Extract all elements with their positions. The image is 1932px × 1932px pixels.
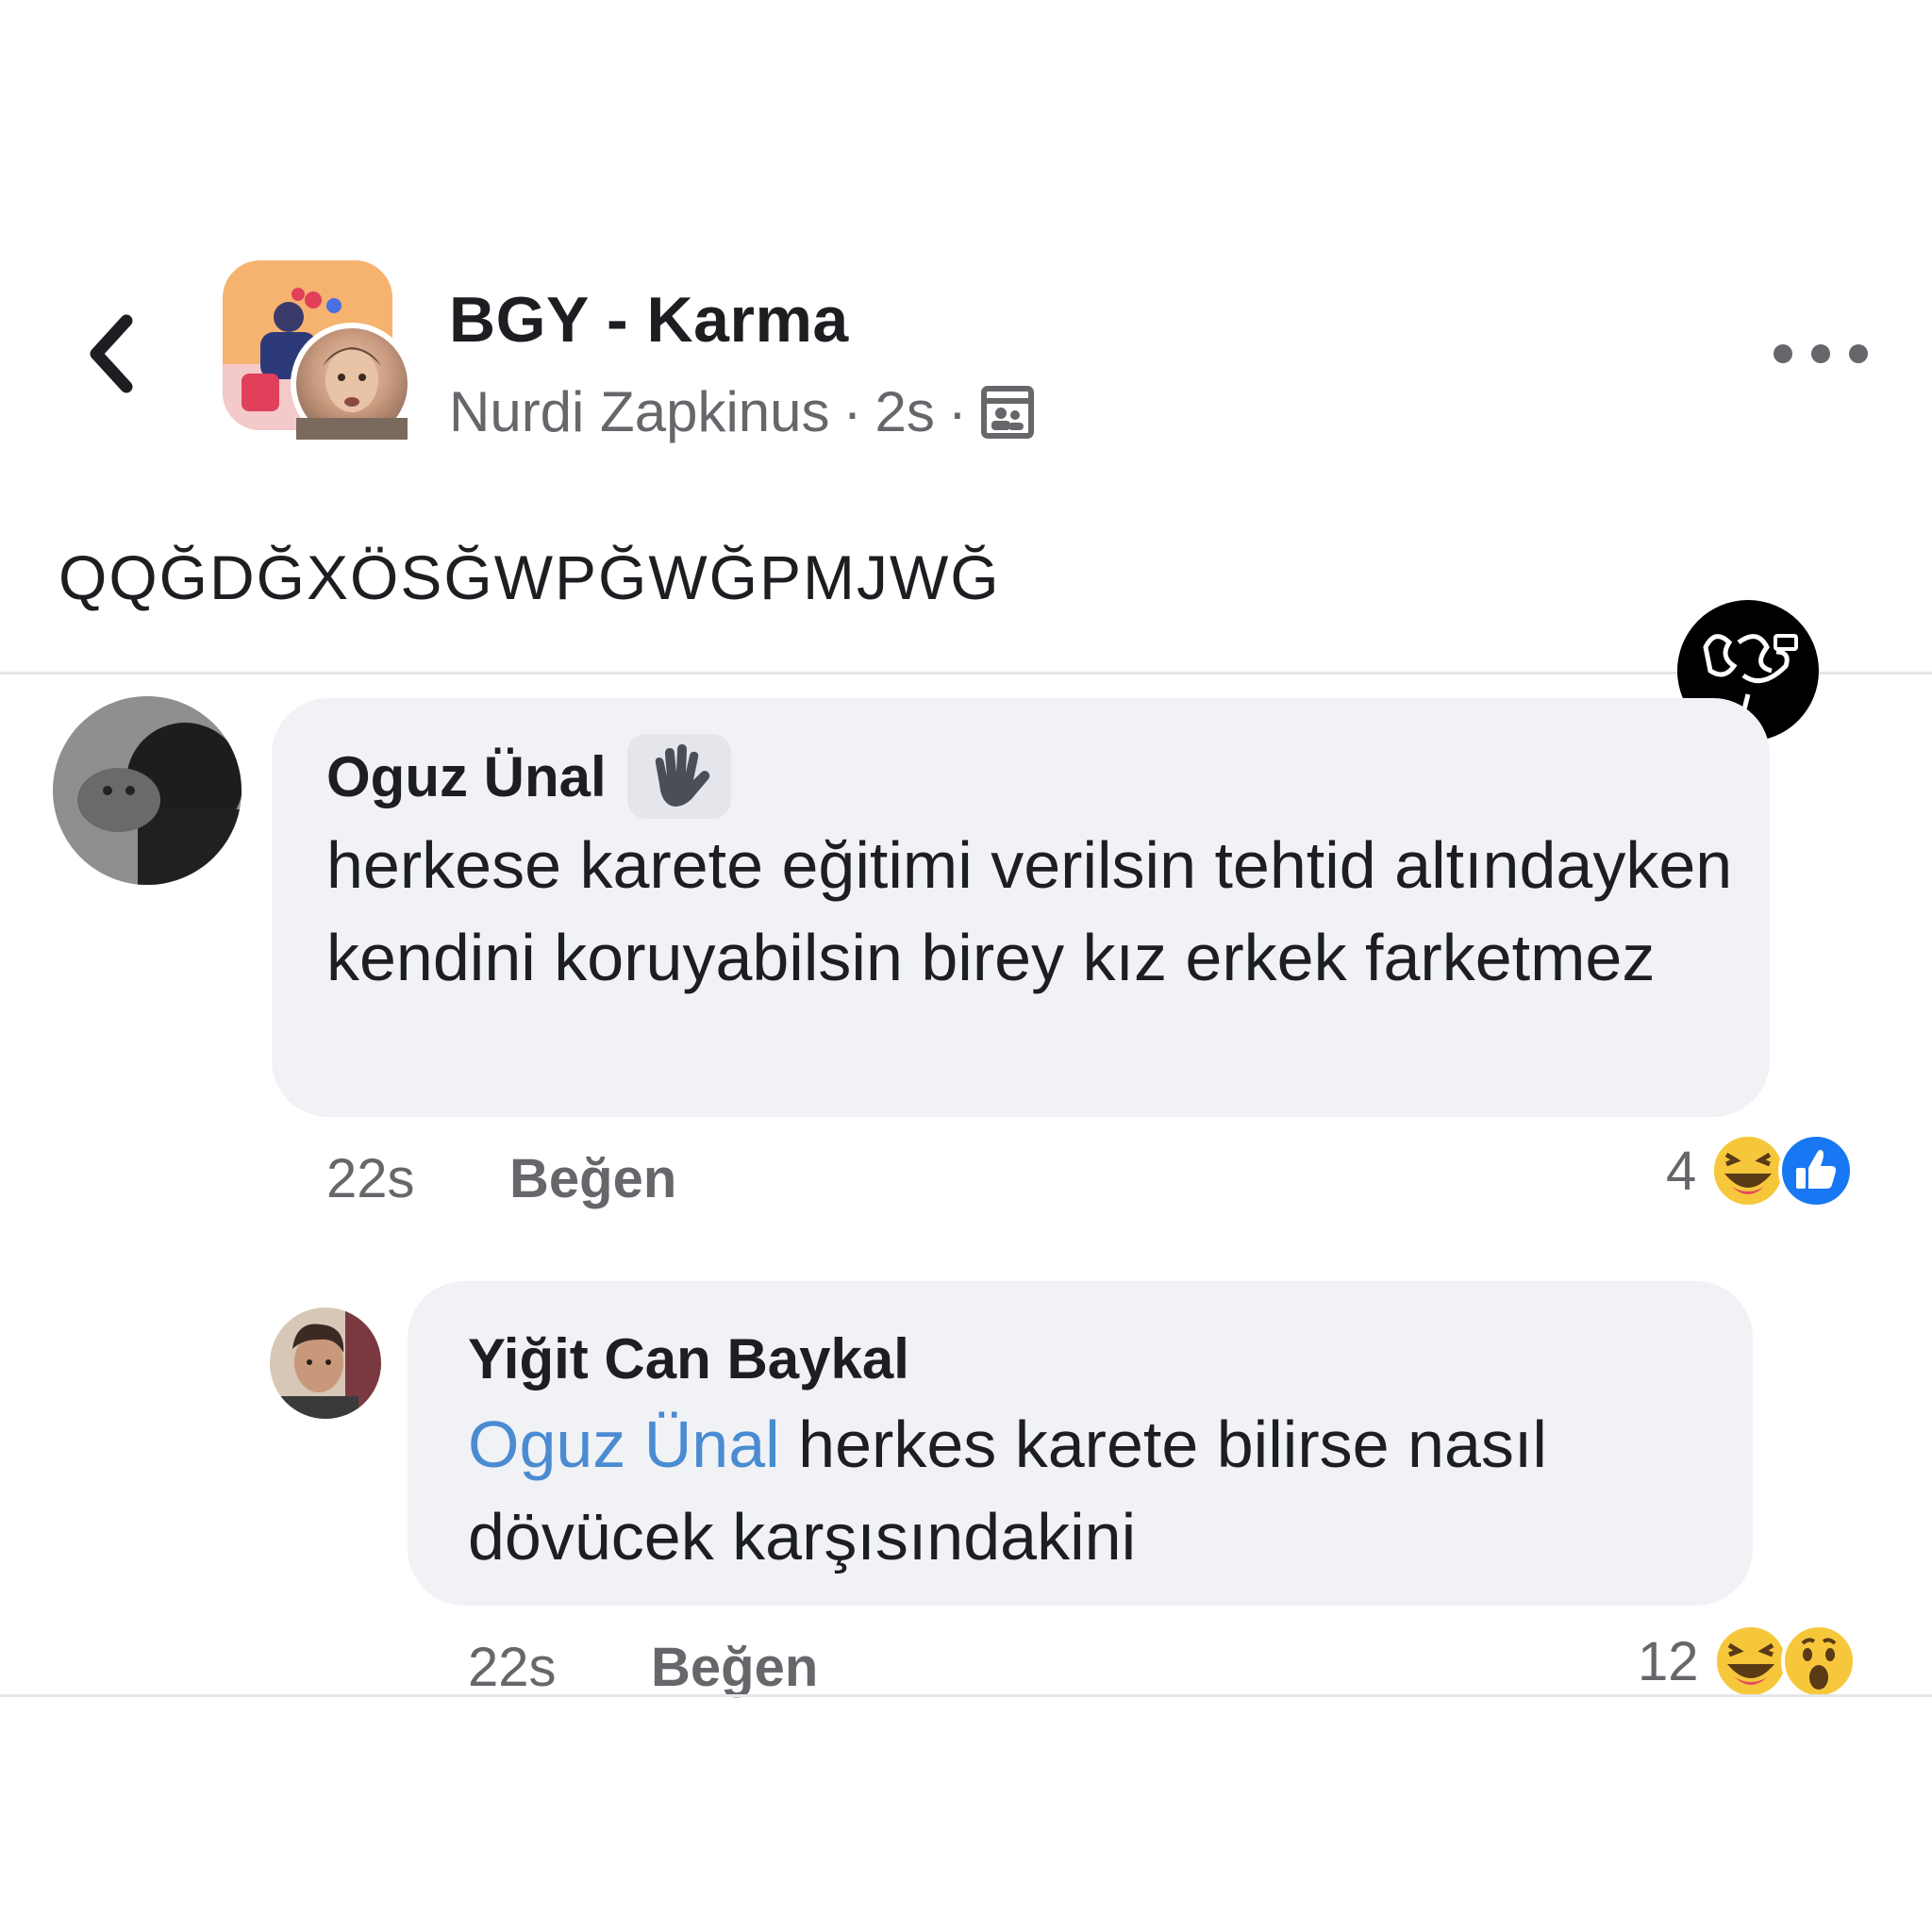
- haha-emoji-icon: [1710, 1133, 1787, 1208]
- reply-time[interactable]: 22s: [468, 1636, 557, 1699]
- wave-icon: [655, 744, 709, 807]
- comment-author[interactable]: Oguz Ünal: [326, 744, 607, 809]
- mention-link[interactable]: Oguz Ünal: [468, 1407, 780, 1481]
- group-name[interactable]: BGY - Karma: [449, 283, 849, 357]
- post-text: QQĞDĞXÖSĞWPĞWĞPMJWĞ: [58, 542, 1001, 612]
- comment-bubble: Oguz Ünal herkese karete eğitimi verilsi…: [272, 698, 1770, 1117]
- more-dots-icon: [1811, 344, 1830, 363]
- divider: [0, 1694, 1932, 1697]
- like-button[interactable]: Beğen: [509, 1147, 676, 1210]
- meta-separator: ·: [842, 380, 862, 443]
- divider: [0, 672, 1932, 675]
- reply-like-button[interactable]: Beğen: [651, 1636, 818, 1699]
- post-meta: Nurdi Zapkinus · 2s ·: [449, 379, 1035, 444]
- wave-badge[interactable]: [626, 734, 731, 819]
- comment-time[interactable]: 22s: [326, 1147, 415, 1210]
- commenter-avatar[interactable]: [53, 696, 242, 885]
- reaction-summary[interactable]: 4: [1666, 1132, 1855, 1209]
- reply-bubble: Yiğit Can Baykal Oguz Ünal herkes karete…: [408, 1281, 1753, 1606]
- comment-text: herkese karete eğitimi verilsin tehtid a…: [326, 828, 1733, 994]
- more-dots-icon: [1849, 344, 1868, 363]
- group-privacy-icon: [980, 385, 1034, 439]
- haha-emoji-icon: [1712, 1624, 1789, 1699]
- back-chevron-icon: [90, 314, 133, 393]
- commenter-photo: [53, 696, 242, 885]
- reaction-count: 12: [1638, 1630, 1699, 1692]
- reply-reaction-summary[interactable]: 12: [1638, 1623, 1857, 1700]
- wow-emoji-icon: [1780, 1624, 1857, 1699]
- author-face: [296, 347, 408, 446]
- more-options-button[interactable]: [1774, 330, 1868, 377]
- author-name[interactable]: Nurdi Zapkinus: [449, 379, 830, 444]
- author-avatar[interactable]: [291, 323, 413, 446]
- reply-text: Oguz Ünal herkes karete bilirse nasıl dö…: [468, 1398, 1732, 1583]
- comment-header: Oguz Ünal: [326, 734, 731, 819]
- more-dots-icon: [1774, 344, 1792, 363]
- reaction-count: 4: [1666, 1140, 1697, 1202]
- reply-author[interactable]: Yiğit Can Baykal: [468, 1326, 909, 1391]
- meta-separator: ·: [947, 380, 967, 443]
- back-button[interactable]: [74, 302, 149, 406]
- reply-avatar[interactable]: [270, 1307, 381, 1419]
- like-emoji-icon: [1778, 1133, 1855, 1208]
- post-time[interactable]: 2s: [875, 379, 935, 444]
- reply-photo: [270, 1307, 381, 1419]
